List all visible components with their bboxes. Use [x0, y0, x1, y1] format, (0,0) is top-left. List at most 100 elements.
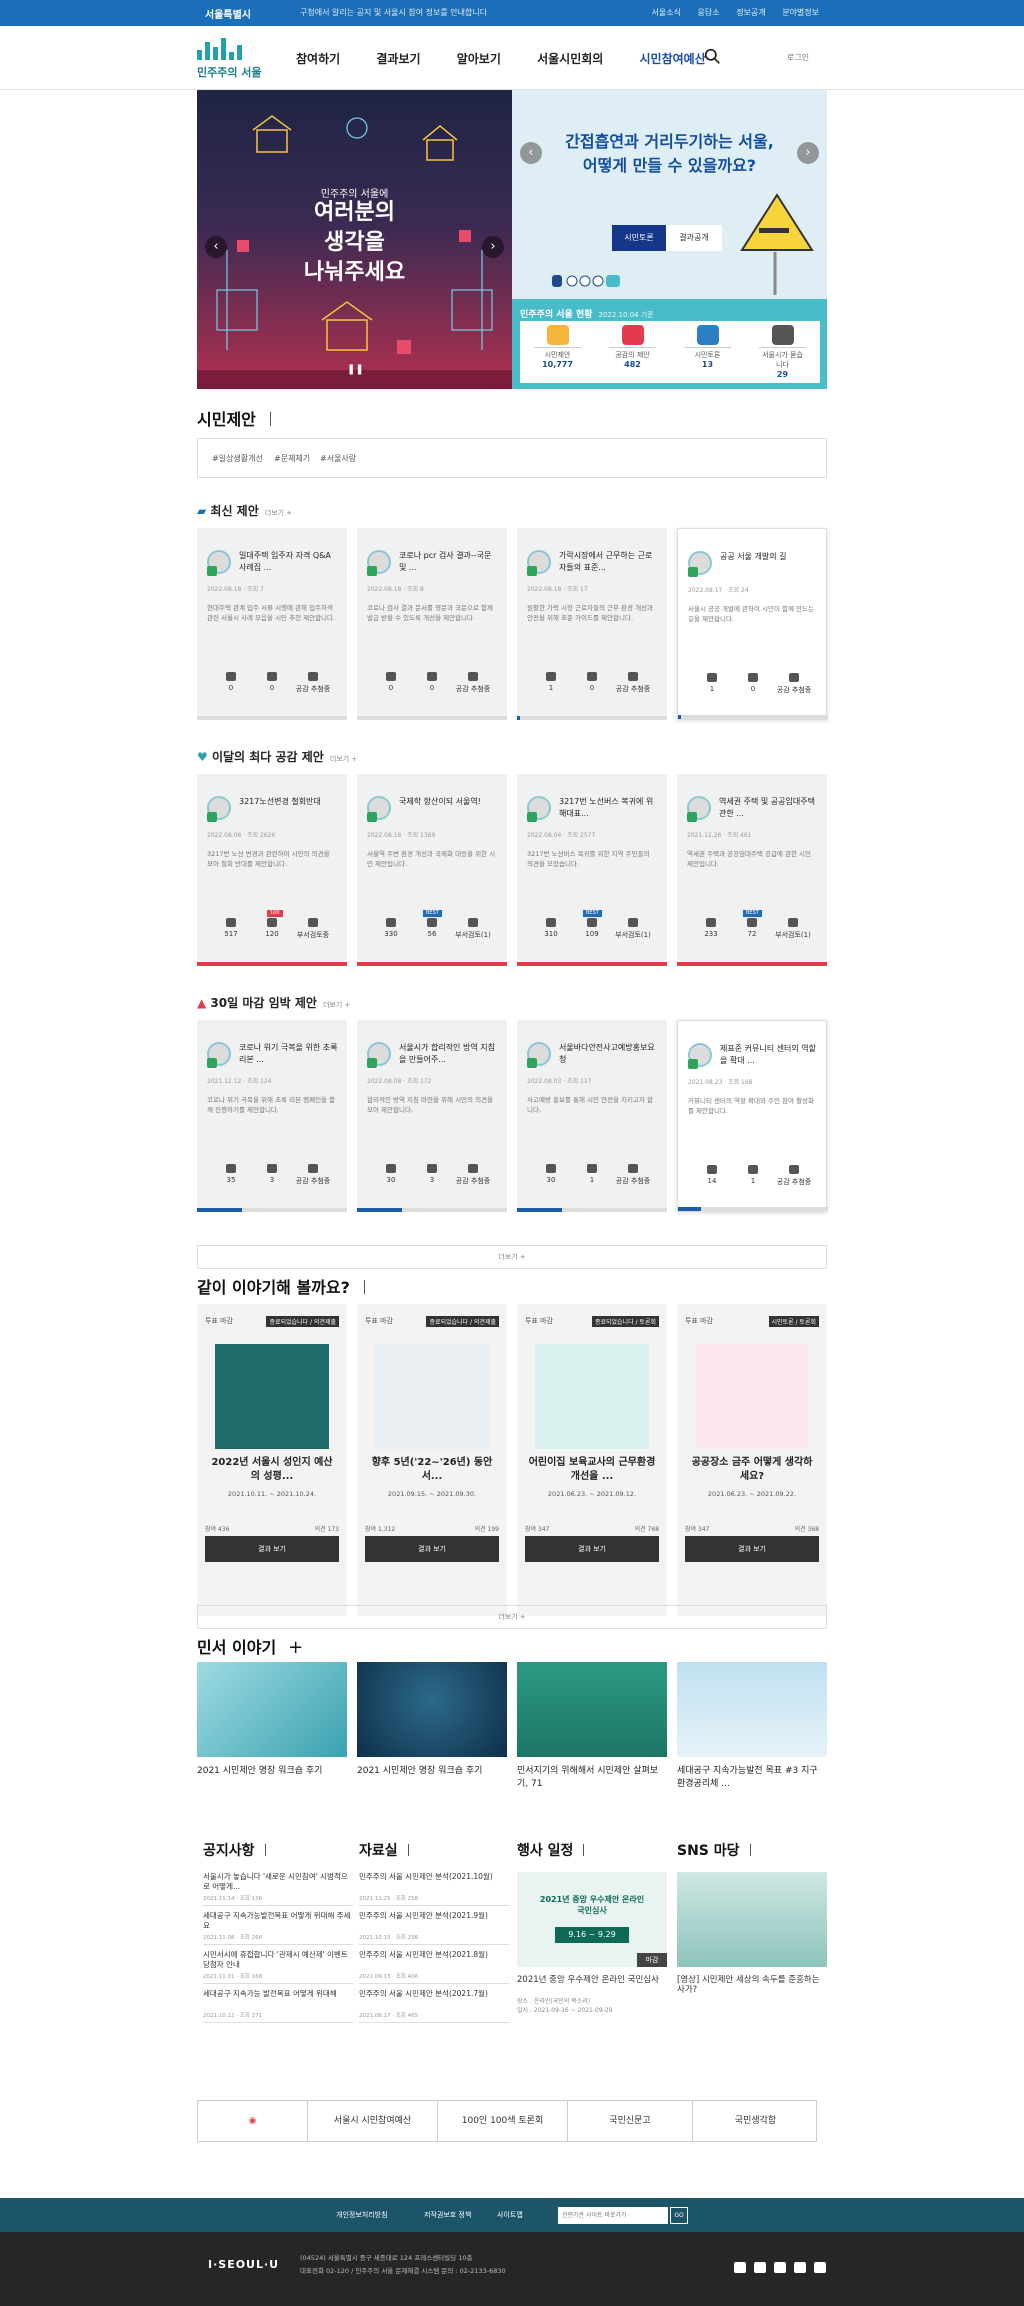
banner-logo-icon[interactable]: ◉: [198, 2101, 308, 2141]
hashtag[interactable]: #문제제기: [274, 453, 310, 464]
proposal-card[interactable]: 서울시가 합리적인 방역 지침을 만들어주... 2022.08.08 · 조회 …: [357, 1020, 507, 1212]
go-button[interactable]: GO: [670, 2207, 688, 2224]
result-button[interactable]: 결과공개: [666, 225, 722, 251]
top-link[interactable]: 응답소: [698, 8, 720, 17]
login-link[interactable]: 로그인: [787, 52, 809, 63]
plus-icon[interactable]: +: [288, 1637, 303, 1658]
like-count[interactable]: 517: [211, 918, 251, 938]
talk-card[interactable]: 투표 마감 시민토론 / 토론회 공공장소 금주 어떻게 생각하세요? 2021.06…: [677, 1304, 827, 1616]
proposal-card[interactable]: 서울바다안전사고예방홍보요청 2022.08.03 · 조회 117 사고예방 홍보…: [517, 1020, 667, 1212]
like-count[interactable]: 233: [691, 918, 731, 938]
comment-count[interactable]: 0: [252, 672, 292, 692]
related-site-select[interactable]: 관련기관 사이트 바로가기: [558, 2207, 668, 2224]
proposal-card[interactable]: 역세권 주택 및 공공임대주택 관한 ... 2021.12.26 · 조회 46…: [677, 774, 827, 966]
instagram-icon[interactable]: [814, 2262, 826, 2273]
notice-item[interactable]: 세대공구 지속가능발전목표 어떻게 위대해 주세요 2021.11.08 · 조회…: [203, 1911, 353, 1945]
hashtag[interactable]: #일상생활개선: [212, 453, 263, 464]
citizen-discuss-button[interactable]: 시민토론: [612, 225, 666, 251]
like-count[interactable]: 0: [211, 672, 251, 692]
civil-item[interactable]: 2021 시민제안 명장 워크숍 후기: [357, 1662, 507, 1797]
like-count[interactable]: 330: [371, 918, 411, 938]
search-icon[interactable]: [704, 48, 721, 65]
more-link[interactable]: 더보기 +: [265, 509, 292, 517]
like-count[interactable]: 14: [692, 1165, 732, 1185]
stat-item[interactable]: 시민토론 13: [670, 325, 745, 369]
hero-right-next-arrow-icon[interactable]: ›: [797, 142, 819, 164]
like-count[interactable]: 1: [692, 673, 732, 693]
like-count[interactable]: 30: [371, 1164, 411, 1184]
result-view-button[interactable]: 결과 보기: [685, 1536, 819, 1562]
like-count[interactable]: 0: [371, 672, 411, 692]
banner-link[interactable]: 국민신문고: [568, 2101, 693, 2141]
notice-item[interactable]: 세대공구 지속가능 발전목표 어떻게 위대해 2021.10.12 · 조회 27…: [203, 1989, 353, 2023]
comment-count[interactable]: 109: [572, 918, 612, 938]
nav-item[interactable]: 참여하기: [296, 50, 340, 67]
seoul-logo[interactable]: 서울특별시: [205, 6, 251, 21]
comment-count[interactable]: 0: [572, 672, 612, 692]
proposal-card[interactable]: 3217번 노선버스 복귀에 위해대표... 2022.08.04 · 조회 25…: [517, 774, 667, 966]
proposal-card[interactable]: 코로나 위기 극복을 위한 초록 리본 ... 2021.12.12 · 조회 1…: [197, 1020, 347, 1212]
civil-item[interactable]: 세대공구 지속가능발전 목표 #3 지구 환경공리체 ...: [677, 1662, 827, 1797]
footer-link[interactable]: 개인정보처리방침: [336, 2210, 388, 2220]
civil-item[interactable]: 2021 시민제안 명장 워크숍 후기: [197, 1662, 347, 1797]
talk-card[interactable]: 투표 마감 종료되었습니다 / 의견제출 향후 5년('22~'26년) 동안 서.…: [357, 1304, 507, 1616]
hero-pagination[interactable]: [552, 274, 622, 291]
proposal-card[interactable]: 제표준 커뮤니티 센터의 역할을 확대 ... 2021.08.23 · 조회 1…: [677, 1020, 828, 1212]
proposal-card[interactable]: 공공 서울 개발의 길 2022.08.17 · 조회 24 서울시 공공 개발에 …: [677, 528, 828, 720]
data-item[interactable]: 민주주의 서울 시민제안 분석(2021.9월) 2021.10.15 · 조회 …: [359, 1911, 509, 1945]
proposal-card[interactable]: 가락시장에서 근무하는 근로자들의 표준... 2022.08.18 · 조회 1…: [517, 528, 667, 720]
sns-item[interactable]: [영상] 시민제안 세상의 속두를 준흥하는 사가?: [677, 1872, 827, 1995]
data-item[interactable]: 민주주의 서울 시민제안 분석(2021.10월) 2021.11.25 · 조회…: [359, 1872, 509, 1906]
stat-item[interactable]: 공감의 제안 482: [595, 325, 670, 369]
hero-banner-left[interactable]: 민주주의 서울에 여러분의 생각을 나눠주세요 ‹ › ❚❚: [197, 90, 512, 389]
comment-count[interactable]: 56: [412, 918, 452, 938]
brand-logo[interactable]: 민주주의 서울: [197, 34, 271, 82]
proposal-more-button[interactable]: 더보기 +: [197, 1245, 827, 1269]
youtube-icon[interactable]: [734, 2262, 746, 2273]
hero-banner-right[interactable]: 간접흡연과 거리두기하는 서울, 어떻게 만들 수 있을까요? 시민토론 결과공개…: [512, 90, 827, 299]
hero-left-next-arrow-icon[interactable]: ›: [482, 236, 504, 258]
hashtag[interactable]: #서울사랑: [320, 453, 356, 464]
comment-count[interactable]: 0: [733, 673, 773, 693]
stat-item[interactable]: 서울시가 묻습니다 29: [745, 325, 820, 379]
civil-item[interactable]: 민서지기의 위해해서 시민제안 살펴보기, 71: [517, 1662, 667, 1797]
hero-right-prev-arrow-icon[interactable]: ‹: [520, 142, 542, 164]
top-link[interactable]: 정보공개: [736, 8, 765, 17]
top-link[interactable]: 분야별정보: [782, 8, 819, 17]
comment-count[interactable]: 3: [412, 1164, 452, 1184]
blog-icon[interactable]: [754, 2262, 766, 2273]
notice-item[interactable]: 시민서시에 휴접합니다 '관제시 예산제' 이벤트 당첨자 안내 2021.11.…: [203, 1950, 353, 1984]
result-view-button[interactable]: 결과 보기: [365, 1536, 499, 1562]
hero-pause-icon[interactable]: ❚❚: [347, 364, 364, 375]
comment-count[interactable]: 1: [733, 1165, 773, 1185]
proposal-card[interactable]: 국제학 항산이되 서울역! 2022.08.16 · 조회 1369 서울역 주변 …: [357, 774, 507, 966]
top-link[interactable]: 서울소식: [652, 8, 681, 17]
facebook-icon[interactable]: [774, 2262, 786, 2273]
hero-left-prev-arrow-icon[interactable]: ‹: [205, 236, 227, 258]
like-count[interactable]: 35: [211, 1164, 251, 1184]
banner-link[interactable]: 서울시 시민참여예산: [308, 2101, 438, 2141]
nav-item[interactable]: 결과보기: [376, 50, 420, 67]
footer-link[interactable]: 저작권보호 정책: [424, 2210, 471, 2220]
result-view-button[interactable]: 결과 보기: [205, 1536, 339, 1562]
comment-count[interactable]: 72: [732, 918, 772, 938]
like-count[interactable]: 310: [531, 918, 571, 938]
comment-count[interactable]: 0: [412, 672, 452, 692]
comment-count[interactable]: 3: [252, 1164, 292, 1184]
talk-card[interactable]: 투표 마감 종료되었습니다 / 의견제출 2022년 서울시 성인지 예산의 성평.…: [197, 1304, 347, 1616]
event-item[interactable]: 2021년 중앙 우수제안 온라인 국민심사 9.16 ~ 9.29 마감 20…: [517, 1872, 667, 2015]
more-link[interactable]: 더보기 +: [323, 1001, 350, 1009]
comment-count[interactable]: 120: [252, 918, 292, 938]
nav-item[interactable]: 서울시민회의: [537, 50, 603, 67]
data-item[interactable]: 민주주의 서울 시민제안 분석(2021.7월) 2021.08.17 · 조회 …: [359, 1989, 509, 2023]
top-notice[interactable]: 구청에서 알리는 공지 및 서울시 참여 정보를 안내합니다: [300, 7, 487, 18]
data-item[interactable]: 민주주의 서울 시민제안 분석(2021.8월) 2021.09.13 · 조회 …: [359, 1950, 509, 1984]
like-count[interactable]: 1: [531, 672, 571, 692]
proposal-card[interactable]: 일대주택 입주자 자격 Q&A 사례집 ... 2022.08.18 · 조회 7…: [197, 528, 347, 720]
like-count[interactable]: 30: [531, 1164, 571, 1184]
proposal-card[interactable]: 코로나 pcr 검사 결과--국문 및 ... 2022.08.18 · 조회 8…: [357, 528, 507, 720]
comment-count[interactable]: 1: [572, 1164, 612, 1184]
footer-link[interactable]: 사이트맵: [497, 2210, 523, 2220]
result-view-button[interactable]: 결과 보기: [525, 1536, 659, 1562]
nav-item[interactable]: 알아보기: [457, 50, 501, 67]
